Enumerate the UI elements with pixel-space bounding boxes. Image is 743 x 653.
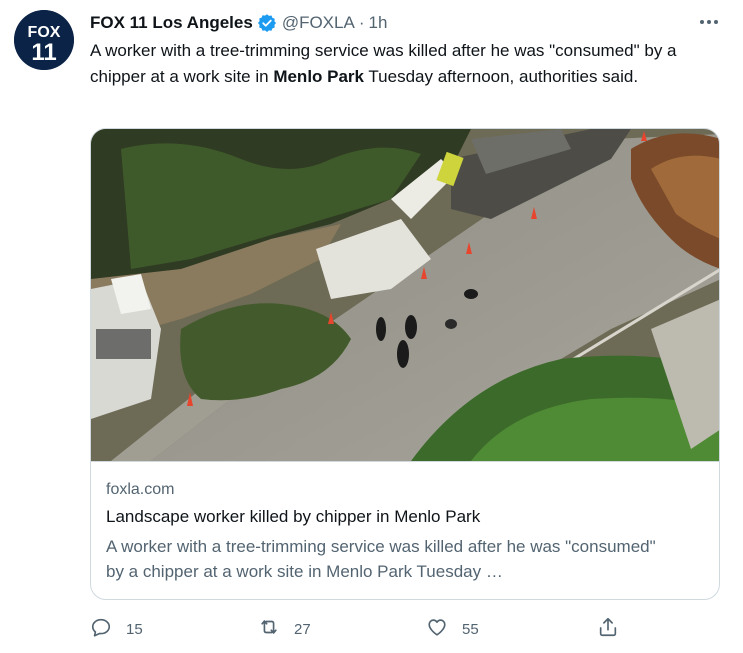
share-button[interactable] [597,614,619,644]
display-name[interactable]: FOX 11 Los Angeles [90,13,253,33]
retweet-icon [258,616,280,643]
card-description: A worker with a tree-trimming service wa… [106,537,656,581]
card-domain: foxla.com [106,481,175,498]
card-title: Landscape worker killed by chipper in Me… [106,507,481,526]
verified-badge-icon [257,13,277,33]
share-icon [597,616,619,643]
like-button[interactable]: 55 [426,614,479,644]
reply-icon [90,616,112,643]
tweet-header: FOX 11 Los Angeles @FOXLA · 1h [90,12,387,34]
tweet-actions: 15 27 55 [90,614,630,644]
heart-icon [426,616,448,643]
retweet-button[interactable]: 27 [258,614,311,644]
link-card[interactable]: foxla.com Landscape worker killed by chi… [90,128,720,600]
retweet-count: 27 [294,620,311,638]
avatar[interactable]: FOX 11 [14,10,74,70]
card-image[interactable] [91,129,719,463]
reply-count: 15 [126,620,143,638]
separator-dot: · [358,13,365,32]
card-meta[interactable]: foxla.com Landscape worker killed by chi… [91,461,719,581]
tweet-text: A worker with a tree-trimming service wa… [90,38,710,89]
avatar-logo-bottom: 11 [31,39,56,66]
more-icon[interactable] [697,10,721,34]
handle[interactable]: @FOXLA [282,13,355,33]
timestamp[interactable]: 1h [368,13,387,33]
like-count: 55 [462,620,479,638]
reply-button[interactable]: 15 [90,614,143,644]
tweet-text-part2: Tuesday afternoon, authorities said. [364,66,639,86]
tweet-text-location: Menlo Park [273,66,365,86]
